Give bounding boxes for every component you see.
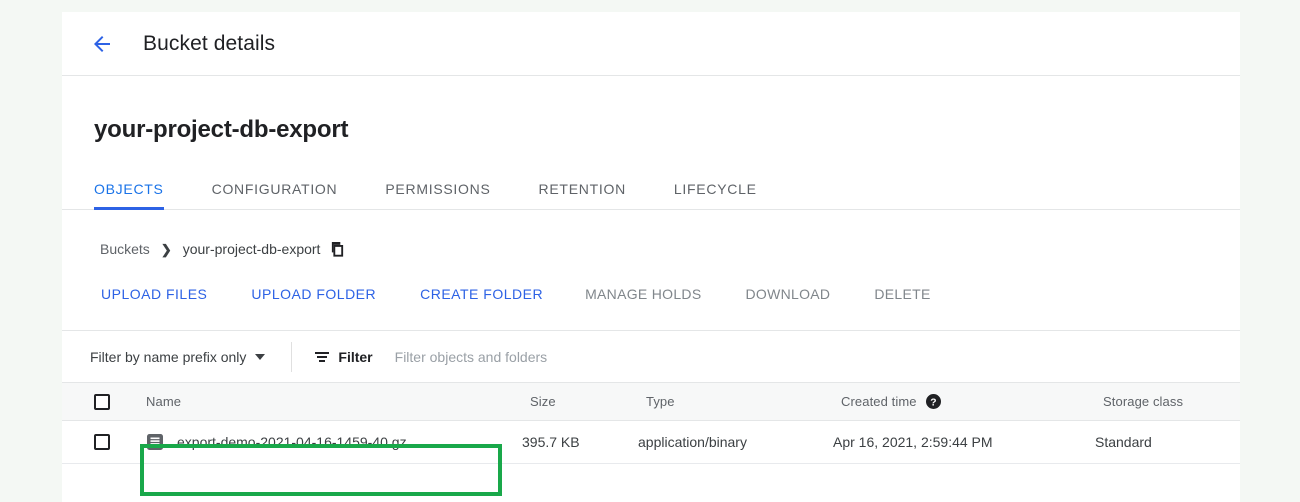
tab-permissions[interactable]: PERMISSIONS [361, 181, 514, 209]
select-all-header [62, 382, 122, 421]
chevron-down-icon [255, 353, 266, 360]
column-header-name-label: Name [146, 394, 182, 409]
tab-objects-label: OBJECTS [94, 181, 164, 197]
select-all-checkbox[interactable] [94, 393, 110, 410]
tab-bar: OBJECTS CONFIGURATION PERMISSIONS RETENT… [62, 168, 1240, 210]
column-header-created-time[interactable]: Created time ? [833, 382, 1095, 421]
tab-retention[interactable]: RETENTION [515, 181, 650, 209]
table-header-row: Name Size Type Created time ? Storage cl… [62, 382, 1240, 421]
column-header-size-label: Size [530, 394, 556, 409]
upload-files-button[interactable]: UPLOAD FILES [101, 286, 207, 302]
row-checkbox[interactable] [94, 434, 110, 450]
page-root: Bucket details your-project-db-export OB… [0, 0, 1300, 502]
column-header-created-time-label: Created time [841, 394, 917, 409]
object-actions-toolbar: UPLOAD FILES UPLOAD FOLDER CREATE FOLDER… [62, 258, 1240, 304]
tab-lifecycle-label: LIFECYCLE [673, 181, 757, 197]
top-app-bar: Bucket details [62, 12, 1240, 76]
prefix-mode-dropdown[interactable]: Filter by name prefix only [90, 348, 266, 365]
svg-text:?: ? [930, 397, 936, 408]
bucket-details-card: Bucket details your-project-db-export OB… [62, 12, 1240, 502]
column-header-name[interactable]: Name [122, 382, 522, 421]
file-document-icon [146, 433, 164, 451]
row-created-time-cell: Apr 16, 2021, 2:59:44 PM [833, 420, 1095, 464]
table-row[interactable]: export-demo-2021-04-16-1459-40.gz 395.7 … [62, 420, 1240, 464]
column-header-size[interactable]: Size [522, 382, 638, 421]
breadcrumb: Buckets ❯ your-project-db-export [62, 210, 1240, 258]
filter-divider [291, 341, 293, 372]
tab-lifecycle[interactable]: LIFECYCLE [650, 181, 781, 209]
breadcrumb-chevron-right-icon: ❯ [160, 241, 172, 257]
filter-bar: Filter by name prefix only Filter [62, 330, 1240, 382]
download-button[interactable]: DOWNLOAD [745, 286, 830, 302]
delete-button[interactable]: DELETE [874, 286, 930, 302]
objects-table: Name Size Type Created time ? Storage cl… [62, 382, 1240, 464]
column-header-type[interactable]: Type [638, 382, 833, 421]
tab-configuration-label: CONFIGURATION [211, 181, 338, 197]
breadcrumb-buckets-link[interactable]: Buckets [100, 241, 150, 257]
column-header-storage-class[interactable]: Storage class [1095, 382, 1240, 421]
page-title: Bucket details [143, 31, 276, 55]
create-folder-button[interactable]: CREATE FOLDER [420, 286, 543, 302]
filter-icon [314, 349, 330, 365]
back-arrow-icon[interactable] [85, 27, 119, 61]
upload-folder-button[interactable]: UPLOAD FOLDER [251, 286, 376, 302]
row-select-cell [62, 420, 122, 464]
tab-objects[interactable]: OBJECTS [94, 181, 188, 210]
tab-permissions-label: PERMISSIONS [385, 181, 491, 197]
copy-icon[interactable] [330, 241, 345, 257]
tab-retention-label: RETENTION [538, 181, 626, 197]
column-header-type-label: Type [646, 394, 675, 409]
column-header-storage-class-label: Storage class [1103, 394, 1184, 409]
tab-configuration[interactable]: CONFIGURATION [188, 181, 362, 209]
row-storage-class-cell: Standard [1095, 420, 1240, 464]
filter-label: Filter [338, 348, 373, 365]
row-name-cell: export-demo-2021-04-16-1459-40.gz [122, 420, 522, 464]
row-size-cell: 395.7 KB [522, 420, 638, 464]
breadcrumb-current-bucket: your-project-db-export [182, 241, 321, 257]
row-type-cell: application/binary [638, 420, 833, 464]
prefix-mode-label: Filter by name prefix only [90, 348, 247, 365]
help-icon[interactable]: ? [925, 394, 941, 409]
manage-holds-button[interactable]: MANAGE HOLDS [585, 286, 701, 302]
bucket-name-heading: your-project-db-export [94, 116, 349, 143]
object-name-link[interactable]: export-demo-2021-04-16-1459-40.gz [177, 434, 407, 450]
filter-input[interactable] [394, 348, 815, 365]
